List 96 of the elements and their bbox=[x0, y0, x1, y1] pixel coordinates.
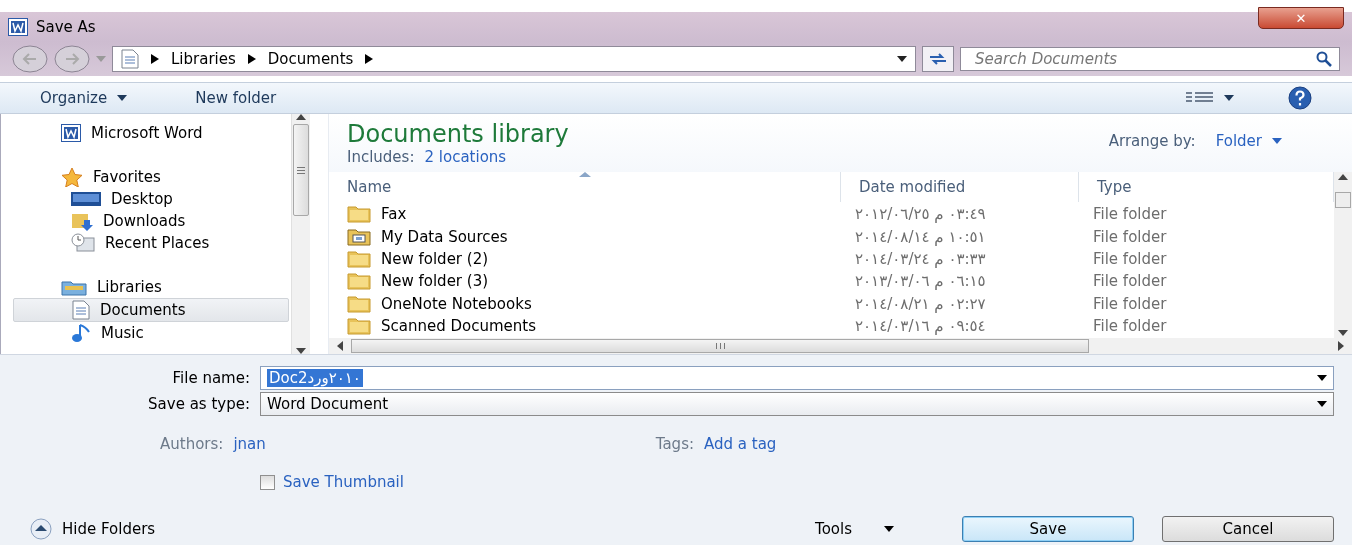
arrange-dropdown[interactable]: Folder bbox=[1215, 132, 1282, 150]
nav-item[interactable]: Favorites bbox=[13, 166, 289, 188]
authors-label: Authors: bbox=[160, 435, 224, 453]
chevron-icon bbox=[151, 54, 159, 64]
new-folder-button[interactable]: New folder bbox=[191, 87, 281, 109]
thumbnail-label[interactable]: Save Thumbnail bbox=[283, 473, 404, 491]
arrange-label: Arrange by: bbox=[1108, 132, 1196, 150]
tags-link[interactable]: Add a tag bbox=[704, 435, 777, 453]
save-type-dropdown[interactable]: Word Document bbox=[260, 392, 1334, 416]
includes-label: Includes: bbox=[347, 148, 415, 166]
nav-item[interactable]: Desktop bbox=[13, 188, 289, 210]
view-list-icon bbox=[1186, 92, 1214, 104]
folder-arrow-icon bbox=[71, 211, 93, 231]
folder-icon bbox=[347, 294, 371, 313]
type-cell-text: File folder bbox=[1092, 272, 1168, 291]
chevron-icon bbox=[365, 54, 374, 64]
caret-icon bbox=[117, 95, 128, 101]
chevron-icon bbox=[247, 54, 256, 64]
star-icon bbox=[61, 167, 83, 187]
date-cell-text: ٠٩:٥٤ م ٢٠١٤/٠٣/١٦ bbox=[854, 317, 987, 336]
dropdown-icon bbox=[897, 56, 907, 62]
file-name-label: File name: bbox=[171, 369, 250, 387]
help-icon[interactable] bbox=[1288, 86, 1312, 110]
type-cell-text: File folder bbox=[1092, 249, 1168, 268]
grip-icon bbox=[297, 166, 305, 174]
word-icon bbox=[8, 18, 28, 36]
date-cell-text: ١٠:٥١ م ٢٠١٤/٠٨/١٤ bbox=[854, 227, 987, 246]
address-bar[interactable]: Libraries Documents bbox=[112, 46, 916, 72]
file-name-field[interactable]: Doc٢٠١٠ورد2 bbox=[260, 366, 1334, 390]
file-name[interactable]: New folder (2) bbox=[381, 249, 489, 268]
document-icon bbox=[121, 49, 139, 69]
sort-arrow-icon bbox=[578, 172, 591, 177]
type-cell-text: File folder bbox=[1092, 205, 1168, 224]
folder-icon bbox=[347, 205, 371, 224]
monitor-icon bbox=[71, 192, 101, 206]
organize-button[interactable]: Organize bbox=[36, 87, 132, 109]
file-name[interactable]: Fax bbox=[381, 205, 407, 224]
column-header[interactable]: Date modified bbox=[841, 172, 1079, 202]
date-cell-text: ٠٦:١٥ م ٢٠١٣/٠٣/٠٦ bbox=[854, 272, 987, 291]
refresh-button[interactable] bbox=[922, 46, 954, 72]
search-icon bbox=[1316, 51, 1332, 67]
save-type-label: Save as type: bbox=[147, 395, 250, 413]
caret-icon bbox=[1272, 138, 1282, 144]
nav-item[interactable]: Documents bbox=[13, 298, 289, 322]
checkbox[interactable] bbox=[260, 474, 275, 490]
type-cell-text: File folder bbox=[1092, 294, 1168, 313]
dialog-button[interactable]: Save bbox=[962, 516, 1134, 542]
folder-icon bbox=[347, 249, 371, 268]
dialog-button[interactable]: Cancel bbox=[1162, 516, 1334, 542]
refresh-icon bbox=[929, 53, 947, 65]
library-title: Documents library bbox=[347, 120, 569, 148]
search-field[interactable]: Search Documents bbox=[960, 47, 1340, 71]
file-name[interactable]: New folder (3) bbox=[381, 272, 489, 291]
nav-item[interactable]: Microsoft Word bbox=[13, 122, 289, 144]
date-cell-text: ٠٢:٢٧ م ٢٠١٤/٠٨/٢١ bbox=[854, 294, 987, 313]
column-header[interactable]: Name bbox=[329, 172, 841, 202]
word-icon bbox=[61, 124, 81, 142]
dropdown-icon bbox=[1317, 401, 1327, 407]
nav-item[interactable]: Recent Places bbox=[13, 232, 289, 254]
hide-folders-button[interactable]: Hide Folders bbox=[30, 518, 156, 540]
scroll-down-icon bbox=[1338, 330, 1348, 336]
folder-plug-icon bbox=[347, 227, 371, 246]
grip-icon bbox=[715, 343, 725, 349]
dropdown-icon bbox=[96, 56, 106, 62]
nav-item[interactable]: Downloads bbox=[13, 210, 289, 232]
forward-button[interactable] bbox=[54, 45, 90, 73]
nav-item[interactable]: Libraries bbox=[13, 276, 289, 298]
type-cell-text: File folder bbox=[1092, 317, 1168, 336]
breadcrumb[interactable]: Documents bbox=[267, 50, 354, 68]
scroll-up-icon bbox=[1338, 174, 1348, 180]
caret-icon bbox=[1224, 95, 1234, 101]
folder-icon bbox=[347, 272, 371, 291]
date-cell-text: ٠٣:٣٣ م ٢٠١٤/٠٣/٢٤ bbox=[854, 249, 987, 268]
breadcrumb[interactable]: Libraries bbox=[171, 50, 236, 68]
type-cell-text: File folder bbox=[1092, 227, 1168, 246]
authors-value[interactable]: jnan bbox=[233, 435, 266, 453]
collapse-icon bbox=[30, 518, 52, 540]
scroll-right-icon bbox=[1338, 341, 1344, 351]
date-cell-text: ٠٣:٤٩ م ٢٠١٢/٠٦/٢٥ bbox=[854, 205, 987, 224]
window-title: Save As bbox=[36, 18, 96, 36]
back-button[interactable] bbox=[12, 45, 48, 73]
nav-item[interactable]: Music bbox=[13, 322, 289, 344]
file-name[interactable]: My Data Sources bbox=[381, 227, 508, 246]
tools-button[interactable]: Tools bbox=[809, 519, 900, 539]
scroll-left-icon bbox=[337, 341, 343, 351]
tags-label: Tags: bbox=[655, 435, 694, 453]
folder-icon bbox=[347, 317, 371, 336]
locations-link[interactable]: 2 locations bbox=[424, 148, 507, 166]
file-name[interactable]: Scanned Documents bbox=[381, 317, 537, 336]
music-note-icon bbox=[71, 323, 91, 343]
file-name[interactable]: OneNote Notebooks bbox=[381, 294, 532, 313]
clock-window-icon bbox=[71, 233, 95, 253]
caret-icon bbox=[884, 526, 894, 532]
library-icon bbox=[61, 278, 87, 296]
dropdown-icon bbox=[1317, 375, 1327, 381]
document-icon bbox=[72, 300, 90, 320]
